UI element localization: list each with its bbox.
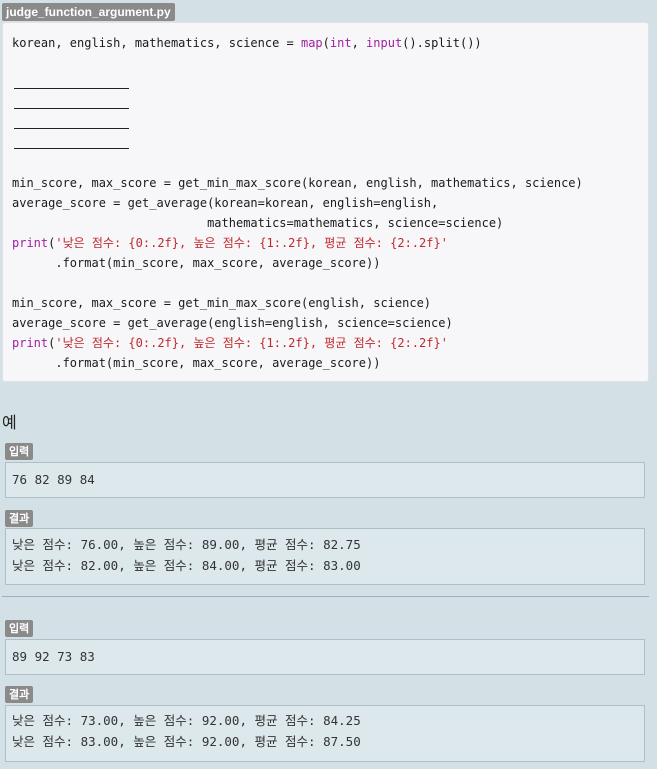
- output-line-2-1: 낮은 점수: 73.00, 높은 점수: 92.00, 평균 점수: 84.25: [12, 713, 361, 728]
- output-line-1-1: 낮은 점수: 76.00, 높은 점수: 89.00, 평균 점수: 82.75: [12, 537, 361, 552]
- output-line-2-2: 낮은 점수: 83.00, 높은 점수: 92.00, 평균 점수: 87.50: [12, 734, 361, 749]
- output-label-1: 결과: [5, 510, 34, 527]
- output-label-2: 결과: [5, 686, 34, 703]
- code-line-average-1a: average_score = get_average(korean=korea…: [12, 196, 439, 210]
- code-line-format-1: .format(min_score, max_score, average_sc…: [12, 256, 381, 270]
- output-line-1-2: 낮은 점수: 82.00, 높은 점수: 84.00, 평균 점수: 83.00: [12, 558, 361, 573]
- input-panel-1: 76 82 89 84: [5, 462, 645, 498]
- output-panel-1: 낮은 점수: 76.00, 높은 점수: 89.00, 평균 점수: 82.75…: [5, 528, 645, 585]
- example-divider: [2, 596, 649, 597]
- code-line-map-input: korean, english, mathematics, science = …: [12, 36, 482, 50]
- code-line-min-max-2: min_score, max_score = get_min_max_score…: [12, 296, 432, 310]
- output-panel-2: 낮은 점수: 73.00, 높은 점수: 92.00, 평균 점수: 84.25…: [5, 705, 645, 762]
- code-line-format-2: .format(min_score, max_score, average_sc…: [12, 356, 381, 370]
- code-line-min-max-1: min_score, max_score = get_min_max_score…: [12, 176, 583, 190]
- example-heading: 예: [2, 413, 17, 432]
- input-panel-2: 89 92 73 83: [5, 639, 645, 675]
- code-block: korean, english, mathematics, science = …: [2, 22, 649, 382]
- code-blank-4: [14, 148, 129, 149]
- code-blank-3: [14, 128, 129, 129]
- code-line-average-2: average_score = get_average(english=engl…: [12, 316, 453, 330]
- file-name-tag: judge_function_argument.py: [2, 3, 175, 21]
- code-blank-2: [14, 108, 129, 109]
- code-blank-1: [14, 88, 129, 89]
- code-line-print-2: print('낮은 점수: {0:.2f}, 높은 점수: {1:.2f}, 평…: [12, 336, 448, 350]
- input-label-1: 입력: [5, 443, 34, 460]
- code-line-print-1: print('낮은 점수: {0:.2f}, 높은 점수: {1:.2f}, 평…: [12, 236, 448, 250]
- input-label-2: 입력: [5, 620, 34, 637]
- input-value-1: 76 82 89 84: [12, 472, 95, 487]
- input-value-2: 89 92 73 83: [12, 649, 95, 664]
- code-line-average-1b: mathematics=mathematics, science=science…: [12, 216, 504, 230]
